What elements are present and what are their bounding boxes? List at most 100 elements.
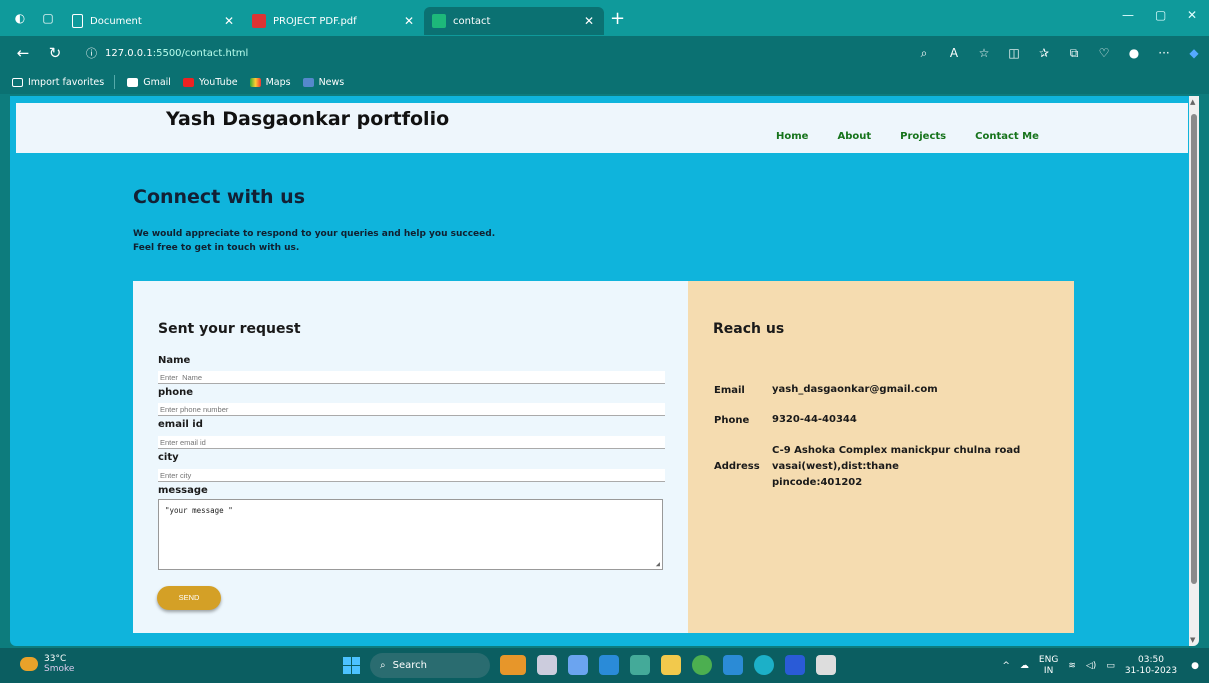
favorite-gmail[interactable]: Gmail	[127, 77, 171, 88]
favorite-maps[interactable]: Maps	[249, 77, 291, 88]
taskbar-apps	[500, 655, 847, 675]
scroll-down-icon[interactable]: ▼	[1190, 636, 1195, 644]
nav-about[interactable]: About	[837, 131, 871, 142]
site-info-icon[interactable]: ⓘ	[86, 45, 97, 61]
split-screen-icon[interactable]: ◫	[999, 46, 1029, 60]
task-view-icon[interactable]	[537, 655, 557, 675]
tab-contact[interactable]: contact ✕	[424, 7, 604, 35]
city-input[interactable]	[158, 469, 665, 482]
reach-us-panel: Reach us Email yash_dasgaonkar@gmail.com…	[688, 281, 1074, 633]
tab-title: PROJECT PDF.pdf	[273, 15, 357, 27]
message-text: "your message "	[165, 506, 233, 515]
name-label: Name	[158, 355, 191, 366]
tab-actions-icon[interactable]: ▢	[40, 10, 56, 26]
workspaces-icon[interactable]: ◐	[12, 10, 28, 26]
address-line: vasai(west),dist:thane	[772, 461, 899, 472]
back-icon[interactable]: ←	[14, 44, 32, 62]
favorite-label: YouTube	[198, 76, 238, 88]
tray-chevron-icon[interactable]: ^	[1002, 661, 1010, 671]
read-aloud-icon[interactable]: A	[939, 46, 969, 60]
import-icon	[12, 77, 23, 87]
request-form-panel: Sent your request Name phone email id ci…	[133, 281, 688, 633]
search-icon: ⌕	[380, 660, 386, 671]
chrome-icon[interactable]	[692, 655, 712, 675]
address-bar[interactable]: ⓘ 127.0.0.1:5500/contact.html	[76, 41, 916, 65]
favorite-label: News	[318, 76, 345, 88]
tab-project-pdf[interactable]: PROJECT PDF.pdf ✕	[244, 7, 424, 35]
favorite-youtube[interactable]: YouTube	[182, 76, 238, 88]
news-icon	[302, 77, 314, 87]
close-icon[interactable]: ✕	[224, 14, 234, 28]
wifi-icon[interactable]: ≋	[1068, 661, 1076, 671]
refresh-icon[interactable]: ↻	[46, 44, 64, 62]
url-host: 127.0.0.1	[105, 47, 153, 59]
email-input[interactable]	[158, 436, 665, 449]
onedrive-icon[interactable]: ☁	[1020, 661, 1029, 671]
health-icon[interactable]: ♡	[1089, 46, 1119, 60]
new-tab-icon[interactable]: +	[610, 8, 625, 29]
name-input[interactable]	[158, 371, 665, 384]
nav-home[interactable]: Home	[776, 131, 808, 142]
mail-icon[interactable]	[599, 655, 619, 675]
phone-input[interactable]	[158, 403, 665, 416]
page-viewport: Yash Dasgaonkar portfolio Home About Pro…	[10, 96, 1199, 646]
word-icon[interactable]	[785, 655, 805, 675]
hero-line: Feel free to get in touch with us.	[133, 243, 300, 253]
taskbar: 33°C Smoke ⌕ Search ^ ☁ ENG IN ≋ ◁) ▭ 03…	[0, 648, 1209, 683]
city-label: city	[158, 452, 179, 463]
favorite-news[interactable]: News	[302, 76, 345, 88]
document-icon	[72, 14, 83, 28]
language-indicator[interactable]: ENG IN	[1039, 655, 1058, 677]
close-window-icon[interactable]: ✕	[1187, 8, 1197, 22]
tab-document[interactable]: Document ✕	[64, 7, 244, 35]
widgets-icon[interactable]	[500, 655, 526, 675]
battery-icon[interactable]: ▭	[1106, 661, 1115, 671]
copilot-icon[interactable]: ◆	[1179, 46, 1209, 60]
site-nav: Home About Projects Contact Me	[776, 131, 1068, 142]
file-explorer-icon[interactable]	[661, 655, 681, 675]
weather-widget[interactable]: 33°C Smoke	[20, 654, 74, 674]
collections-icon[interactable]: ⧉	[1059, 46, 1089, 61]
chat-icon[interactable]	[568, 655, 588, 675]
youtube-icon	[182, 77, 194, 87]
notification-bell-icon[interactable]: ●	[1191, 661, 1199, 671]
import-favorites[interactable]: Import favorites	[12, 77, 104, 88]
clock[interactable]: 03:50 31-10-2023	[1125, 655, 1177, 677]
volume-icon[interactable]: ◁)	[1086, 661, 1096, 671]
reach-heading: Reach us	[713, 321, 785, 337]
address-line: C-9 Ashoka Complex manickpur chulna road	[772, 445, 1021, 456]
minimize-icon[interactable]: —	[1122, 8, 1134, 22]
close-icon[interactable]: ✕	[584, 14, 594, 28]
more-icon[interactable]: ···	[1149, 46, 1179, 60]
scroll-thumb[interactable]	[1191, 114, 1197, 584]
scroll-up-icon[interactable]: ▲	[1190, 98, 1195, 106]
gmail-icon	[127, 77, 139, 87]
favorite-star-icon[interactable]: ☆	[969, 46, 999, 60]
favorites-bar: Import favorites Gmail YouTube Maps News	[0, 70, 1209, 94]
vscode-icon[interactable]	[723, 655, 743, 675]
page-scrollbar[interactable]: ▲ ▼	[1189, 96, 1199, 646]
photos-icon[interactable]	[630, 655, 650, 675]
yd-logo-icon	[432, 14, 446, 28]
favorite-label: Gmail	[143, 76, 171, 88]
restore-icon[interactable]: ▢	[1155, 8, 1166, 22]
edge-icon[interactable]	[754, 655, 774, 675]
favorites-icon[interactable]: ✰	[1029, 46, 1059, 60]
profile-icon[interactable]: ●	[1119, 46, 1149, 60]
windows-start-icon[interactable]	[343, 657, 360, 674]
email-label: email id	[158, 419, 203, 430]
close-icon[interactable]: ✕	[404, 14, 414, 28]
zoom-icon[interactable]: ⌕	[909, 46, 939, 61]
send-button[interactable]: SEND	[157, 586, 221, 610]
taskbar-search[interactable]: ⌕ Search	[370, 653, 490, 678]
app-icon[interactable]	[816, 655, 836, 675]
message-textarea[interactable]: "your message " ◢	[158, 499, 663, 570]
phone-value: 9320-44-40344	[772, 414, 857, 425]
toolbar-icons: ⌕ A ☆ ◫ ✰ ⧉ ♡ ● ··· ◆	[909, 36, 1209, 70]
resize-grip-icon[interactable]: ◢	[656, 560, 660, 568]
divider	[114, 75, 116, 89]
nav-projects[interactable]: Projects	[900, 131, 946, 142]
nav-contact[interactable]: Contact Me	[975, 131, 1039, 142]
site-title: Yash Dasgaonkar portfolio	[166, 108, 450, 130]
tab-title: contact	[453, 15, 491, 27]
